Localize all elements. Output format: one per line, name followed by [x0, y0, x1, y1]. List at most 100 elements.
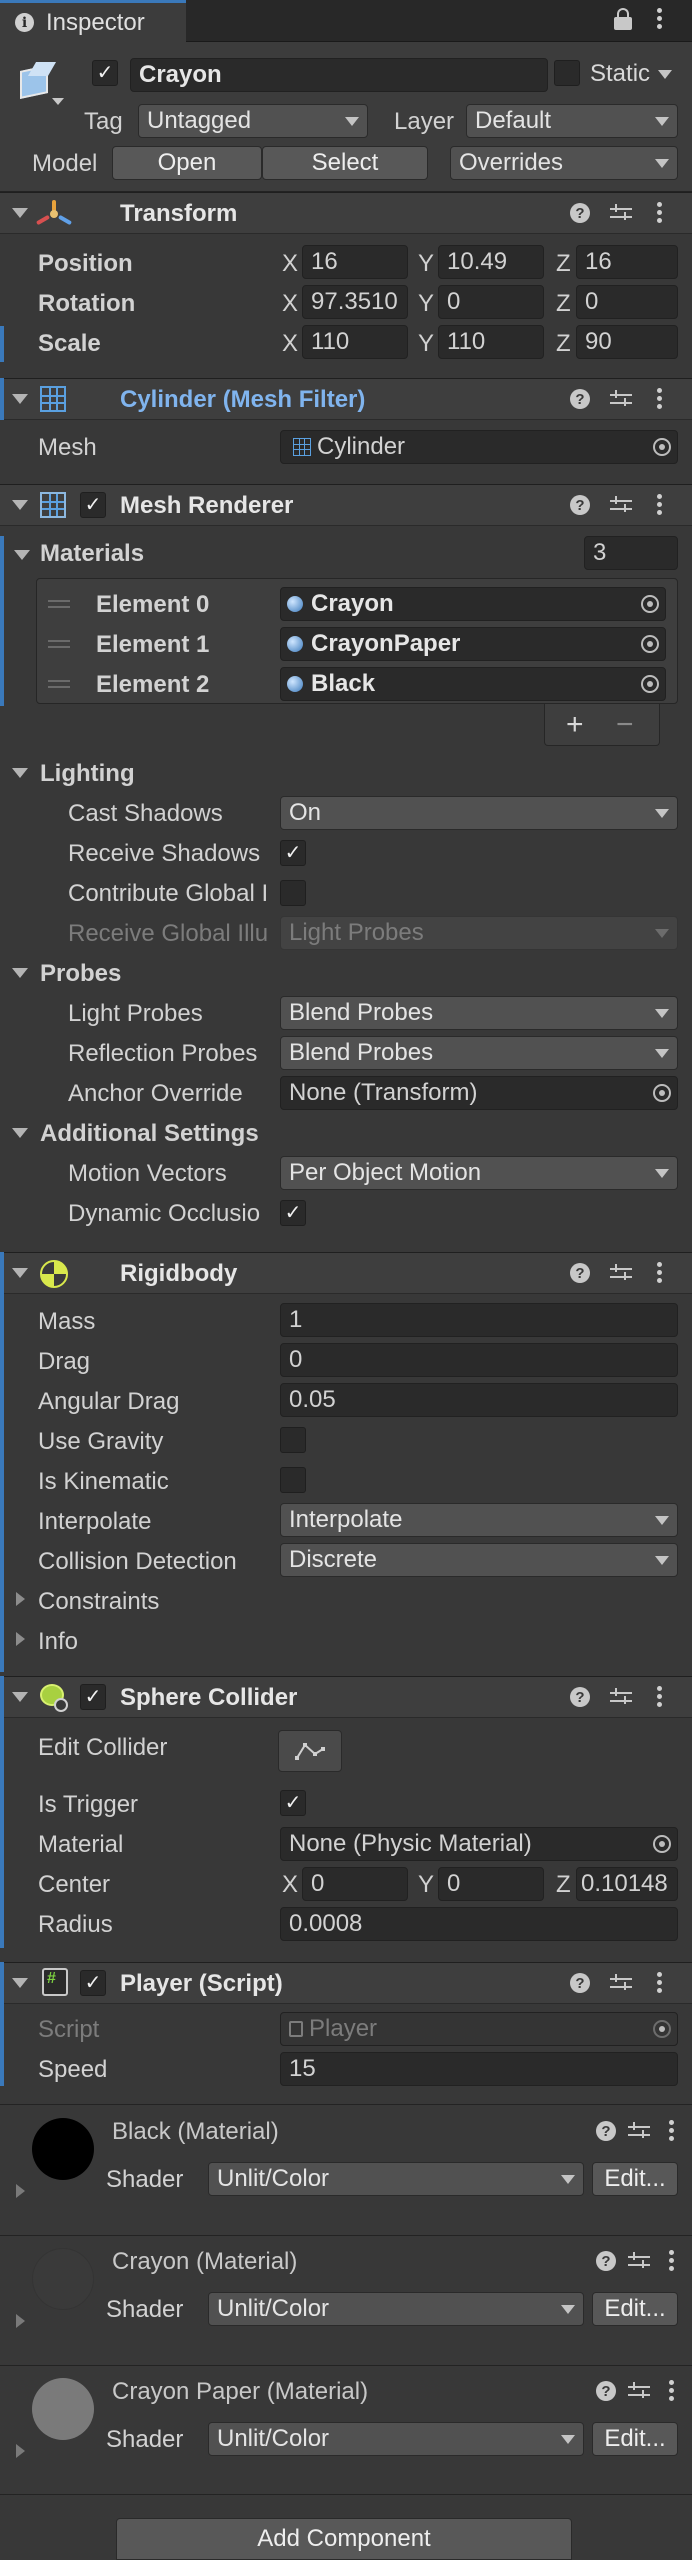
black-material-foldout-arrow[interactable] — [16, 2184, 25, 2198]
open-button[interactable]: Open — [112, 146, 262, 180]
anchor-override-picker-icon[interactable] — [653, 1084, 671, 1102]
mesh-filter-foldout-arrow[interactable] — [12, 394, 28, 404]
mesh-picker-icon[interactable] — [653, 438, 671, 456]
mesh-field[interactable]: Cylinder — [280, 430, 678, 464]
tab-menu-icon[interactable] — [656, 8, 662, 30]
static-checkbox[interactable] — [554, 60, 580, 86]
crayon-material-foldout-arrow[interactable] — [16, 2314, 25, 2328]
crayon-paper-material-help-icon[interactable]: ? — [596, 2381, 616, 2401]
tag-dropdown[interactable]: Untagged — [138, 104, 368, 138]
reflection-probes-dropdown[interactable]: Blend Probes — [280, 1036, 678, 1070]
crayon-material-presets-icon[interactable] — [628, 2251, 650, 2271]
center-y-label[interactable]: Y — [418, 1873, 434, 1897]
use-gravity-checkbox[interactable] — [280, 1427, 306, 1453]
scale-y-field[interactable]: 110 — [438, 325, 544, 359]
lock-icon[interactable] — [614, 8, 632, 30]
element-1-field[interactable]: CrayonPaper — [280, 627, 666, 661]
mesh-renderer-foldout-arrow[interactable] — [12, 500, 28, 510]
crayon-paper-material-foldout-arrow[interactable] — [16, 2444, 25, 2458]
crayon-paper-shader-dropdown[interactable]: Unlit/Color — [208, 2422, 584, 2456]
probes-foldout-arrow[interactable] — [12, 968, 28, 978]
scale-z-label[interactable]: Z — [556, 332, 571, 356]
drag-field[interactable]: 0 — [280, 1343, 678, 1377]
scale-z-field[interactable]: 90 — [576, 325, 678, 359]
crayon-paper-material-preview[interactable] — [32, 2378, 94, 2440]
angular-drag-field[interactable]: 0.05 — [280, 1383, 678, 1417]
rotation-y-field[interactable]: 0 — [438, 285, 544, 319]
collider-material-picker-icon[interactable] — [653, 1835, 671, 1853]
constraints-label[interactable]: Constraints — [38, 1590, 159, 1614]
center-x-label[interactable]: X — [282, 1873, 298, 1897]
dynamic-occlusion-checkbox[interactable]: ✓ — [280, 1200, 306, 1226]
player-script-help-icon[interactable]: ? — [570, 1973, 590, 1993]
remove-element-button[interactable]: − — [616, 710, 634, 740]
interpolate-dropdown[interactable]: Interpolate — [280, 1503, 678, 1537]
crayon-shader-dropdown[interactable]: Unlit/Color — [208, 2292, 584, 2326]
element-0-picker-icon[interactable] — [641, 595, 659, 613]
player-script-foldout-arrow[interactable] — [12, 1978, 28, 1988]
rotation-x-label[interactable]: X — [282, 292, 298, 316]
mesh-filter-help-icon[interactable]: ? — [570, 389, 590, 409]
black-material-help-icon[interactable]: ? — [596, 2121, 616, 2141]
add-component-button[interactable]: Add Component — [116, 2518, 572, 2560]
position-z-label[interactable]: Z — [556, 252, 571, 276]
speed-field[interactable]: 15 — [280, 2052, 678, 2086]
sphere-collider-menu-icon[interactable] — [656, 1686, 662, 1708]
position-y-label[interactable]: Y — [418, 252, 434, 276]
transform-foldout-arrow[interactable] — [12, 208, 28, 218]
transform-presets-icon[interactable] — [610, 203, 632, 223]
rotation-z-label[interactable]: Z — [556, 292, 571, 316]
black-material-preview[interactable] — [32, 2118, 94, 2180]
scale-y-label[interactable]: Y — [418, 332, 434, 356]
sphere-collider-enabled-checkbox[interactable]: ✓ — [80, 1684, 106, 1710]
crayon-material-help-icon[interactable]: ? — [596, 2251, 616, 2271]
position-x-label[interactable]: X — [282, 252, 298, 276]
rigidbody-foldout-arrow[interactable] — [12, 1268, 28, 1278]
mesh-renderer-help-icon[interactable]: ? — [570, 495, 590, 515]
sphere-collider-foldout-arrow[interactable] — [12, 1692, 28, 1702]
player-script-presets-icon[interactable] — [610, 1973, 632, 1993]
sphere-collider-help-icon[interactable]: ? — [570, 1687, 590, 1707]
center-z-field[interactable]: 0.10148 — [576, 1867, 678, 1901]
black-edit-button[interactable]: Edit... — [592, 2162, 678, 2196]
element-1-picker-icon[interactable] — [641, 635, 659, 653]
crayon-paper-material-presets-icon[interactable] — [628, 2381, 650, 2401]
rotation-z-field[interactable]: 0 — [576, 285, 678, 319]
black-material-menu-icon[interactable] — [668, 2120, 674, 2142]
crayon-paper-edit-button[interactable]: Edit... — [592, 2422, 678, 2456]
element-2-drag-handle[interactable] — [48, 680, 70, 688]
rigidbody-menu-icon[interactable] — [656, 1262, 662, 1284]
cast-shadows-dropdown[interactable]: On — [280, 796, 678, 830]
crayon-material-preview[interactable] — [32, 2248, 94, 2310]
crayon-paper-material-menu-icon[interactable] — [668, 2380, 674, 2402]
mesh-filter-menu-icon[interactable] — [656, 388, 662, 410]
info-label[interactable]: Info — [38, 1630, 78, 1654]
is-kinematic-checkbox[interactable] — [280, 1467, 306, 1493]
mesh-filter-presets-icon[interactable] — [610, 389, 632, 409]
edit-collider-button[interactable] — [278, 1730, 342, 1772]
info-foldout-arrow[interactable] — [16, 1632, 25, 1646]
constraints-foldout-arrow[interactable] — [16, 1592, 25, 1606]
element-2-field[interactable]: Black — [280, 667, 666, 701]
transform-menu-icon[interactable] — [656, 202, 662, 224]
center-x-field[interactable]: 0 — [302, 1867, 408, 1901]
mesh-renderer-presets-icon[interactable] — [610, 495, 632, 515]
position-z-field[interactable]: 16 — [576, 245, 678, 279]
materials-count-field[interactable]: 3 — [584, 536, 678, 570]
static-dropdown-arrow[interactable] — [658, 70, 672, 79]
rotation-y-label[interactable]: Y — [418, 292, 434, 316]
scale-x-field[interactable]: 110 — [302, 325, 408, 359]
additional-settings-foldout-arrow[interactable] — [12, 1128, 28, 1138]
radius-field[interactable]: 0.0008 — [280, 1907, 678, 1941]
contribute-gi-checkbox[interactable] — [280, 880, 306, 906]
lighting-foldout-arrow[interactable] — [12, 768, 28, 778]
select-button[interactable]: Select — [262, 146, 428, 180]
element-0-drag-handle[interactable] — [48, 600, 70, 608]
light-probes-dropdown[interactable]: Blend Probes — [280, 996, 678, 1030]
collision-detection-dropdown[interactable]: Discrete — [280, 1543, 678, 1577]
position-x-field[interactable]: 16 — [302, 245, 408, 279]
layer-dropdown[interactable]: Default — [466, 104, 678, 138]
crayon-edit-button[interactable]: Edit... — [592, 2292, 678, 2326]
player-script-enabled-checkbox[interactable]: ✓ — [80, 1970, 106, 1996]
anchor-override-field[interactable]: None (Transform) — [280, 1076, 678, 1110]
